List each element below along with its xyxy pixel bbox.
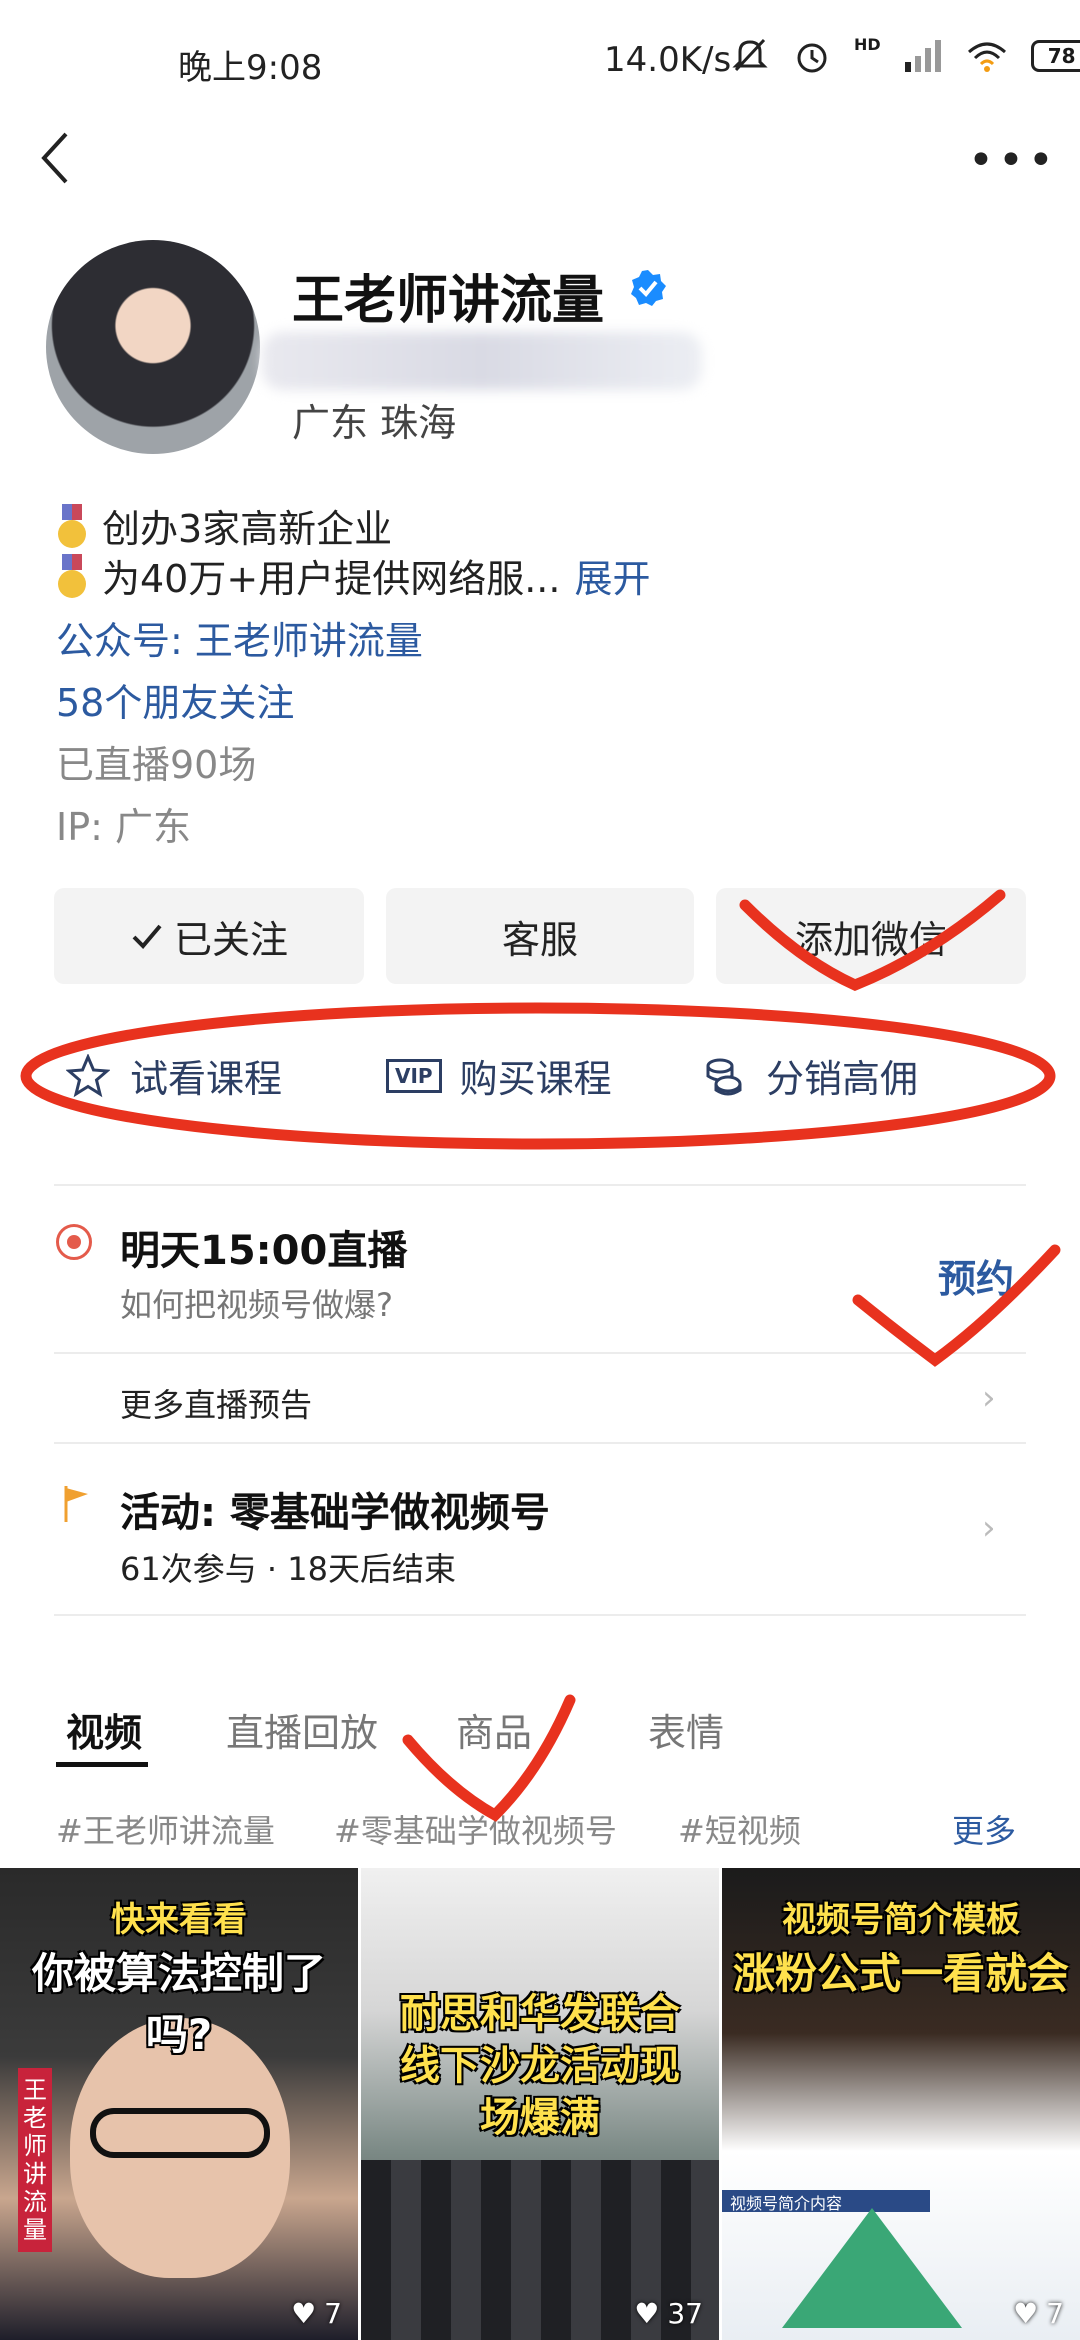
official-account-link[interactable]: 公众号: 王老师讲流量: [56, 610, 423, 665]
bio-line: 为40万+用户提供网络服... 展开: [56, 548, 650, 603]
pyramid-graphic: [782, 2208, 962, 2328]
glasses-image: [90, 2108, 270, 2158]
divider: [54, 1184, 1026, 1186]
likes-count: 7: [1046, 2297, 1064, 2330]
status-time: 晚上9:08: [178, 48, 323, 88]
activity-meta: 61次参与 · 18天后结束: [120, 1550, 456, 1588]
profile-name: 王老师讲流量: [292, 271, 605, 331]
expand-link[interactable]: 展开: [574, 548, 650, 603]
heart-icon: ♥: [634, 2297, 660, 2330]
flag-icon: [64, 1486, 88, 1522]
customer-service-button[interactable]: 客服: [386, 888, 694, 984]
activity-title[interactable]: 活动: 零基础学做视频号: [120, 1480, 550, 1538]
divider: [54, 1442, 1026, 1444]
likes-count: 7: [324, 2297, 342, 2330]
tab-underline: [56, 1762, 148, 1767]
follow-button[interactable]: 已关注: [54, 888, 364, 984]
network-speed: 14.0K/s: [604, 40, 732, 80]
video-likes: ♥ 7: [1013, 2297, 1064, 2330]
add-wechat-button[interactable]: 添加微信: [716, 888, 1026, 984]
signal-icon: HD: [854, 34, 881, 54]
tab-stickers[interactable]: 表情: [648, 1702, 724, 1757]
ip-location: IP: 广东: [56, 805, 192, 849]
video-caption: 你被算法控制了吗?: [31, 1949, 326, 2059]
tab-live-replay[interactable]: 直播回放: [226, 1702, 378, 1757]
profile-location: 广东 珠海: [292, 401, 457, 445]
video-caption: 耐思和华发联合线下沙龙活动现场爆满: [400, 1991, 680, 2141]
trial-course-button[interactable]: 试看课程: [66, 1048, 282, 1103]
heart-icon: ♥: [291, 2297, 317, 2330]
video-thumbnail[interactable]: 视频号简介模板 涨粉公式一看就会 视频号简介内容 ♥ 7: [722, 1868, 1080, 2340]
back-icon[interactable]: [36, 128, 76, 188]
video-likes: ♥ 7: [291, 2297, 342, 2330]
tag-item[interactable]: #零基础学做视频号: [334, 1806, 617, 1852]
video-caption: 涨粉公式一看就会: [732, 1949, 1069, 1998]
live-title: 明天15:00直播: [120, 1228, 408, 1274]
bio-text: 创办3家高新企业: [102, 507, 393, 551]
add-wechat-label: 添加微信: [794, 917, 947, 962]
avatar[interactable]: [46, 240, 260, 454]
follow-label: 已关注: [173, 917, 288, 962]
bio-text: 为40万+用户提供网络服...: [102, 557, 561, 601]
wifi-icon: [967, 42, 1006, 72]
video-thumbnail[interactable]: 耐思和华发联合线下沙龙活动现场爆满 ♥ 37: [361, 1868, 719, 2340]
more-options-icon[interactable]: •••: [968, 135, 1058, 186]
more-live-link[interactable]: 更多直播预告: [120, 1380, 312, 1426]
reserve-button[interactable]: 预约: [938, 1248, 1014, 1303]
live-subtitle: 如何把视频号做爆?: [120, 1286, 393, 1324]
status-icons: HD 78: [730, 34, 1080, 76]
mute-icon: [732, 38, 768, 72]
video-thumbnail[interactable]: 快来看看 你被算法控制了吗? 王老师讲流量 ♥ 7: [0, 1868, 358, 2340]
alarm-icon: [797, 43, 827, 73]
bio-line: 创办3家高新企业: [56, 498, 392, 553]
blurred-info: [262, 332, 702, 390]
commission-button[interactable]: 分销高佣: [702, 1048, 918, 1103]
battery-icon: 78: [1030, 40, 1080, 72]
heart-icon: ♥: [1013, 2297, 1039, 2330]
signal-bars-icon: [904, 40, 941, 72]
live-record-icon: [56, 1224, 92, 1260]
video-caption-top: 快来看看: [111, 1900, 247, 1940]
coins-icon: [706, 1058, 742, 1095]
star-icon: [66, 1053, 110, 1097]
vip-icon: VIP: [386, 1058, 442, 1093]
tag-item[interactable]: #王老师讲流量: [56, 1806, 275, 1852]
video-side-label: 王老师讲流量: [18, 2068, 52, 2252]
check-icon: [132, 924, 162, 949]
divider: [54, 1352, 1026, 1354]
tab-videos[interactable]: 视频: [66, 1702, 142, 1757]
medal-icon: [56, 503, 88, 548]
service-label: 客服: [501, 917, 578, 962]
likes-count: 37: [667, 2297, 703, 2330]
medal-icon: [56, 553, 88, 598]
tags-more-link[interactable]: 更多: [952, 1806, 1016, 1852]
video-likes: ♥ 37: [634, 2297, 703, 2330]
chevron-right-icon[interactable]: ›: [982, 1378, 996, 1418]
video-caption-top: 视频号简介模板: [782, 1900, 1020, 1940]
verified-icon: [631, 270, 666, 306]
buy-course-button[interactable]: VIP 购买课程: [386, 1048, 612, 1103]
trial-course-label: 试看课程: [130, 1057, 283, 1101]
commission-label: 分销高佣: [766, 1057, 919, 1101]
friends-follow-link[interactable]: 58个朋友关注: [56, 672, 294, 727]
divider: [54, 1614, 1026, 1616]
tag-item[interactable]: #短视频: [678, 1806, 801, 1852]
buy-course-label: 购买课程: [459, 1057, 612, 1101]
chevron-right-icon[interactable]: ›: [982, 1508, 996, 1548]
tab-products[interactable]: 商品: [456, 1702, 532, 1757]
live-count: 已直播90场: [56, 743, 257, 787]
